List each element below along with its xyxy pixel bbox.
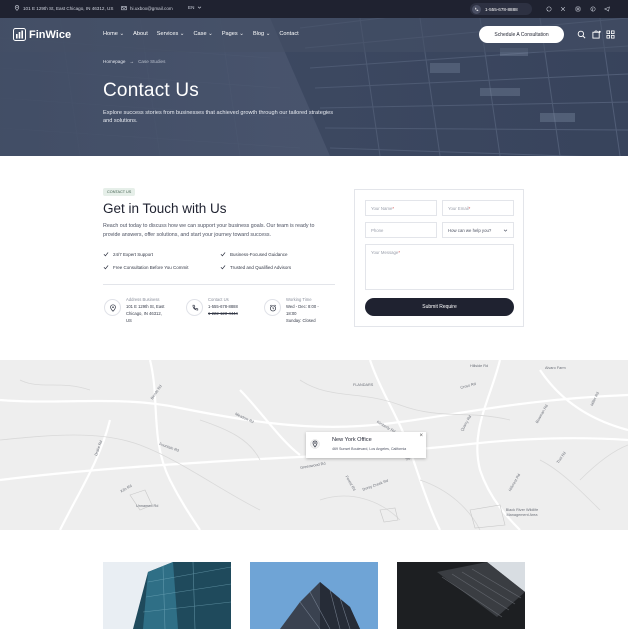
topbar-email[interactable]: hi.uxbox@gmail.com [121, 5, 173, 11]
phone-icon [186, 299, 203, 316]
contact-form: Your Name* Your Email* Phone How can we … [354, 189, 524, 327]
address-line: Chicago, IN 46312, [126, 310, 162, 316]
feature-item: Business-Focused Guidance [220, 251, 288, 257]
phone-field[interactable]: Phone [365, 222, 437, 238]
location-pin-icon [104, 299, 121, 316]
feature-item: Trusted and Qualified Advisors [220, 264, 291, 270]
chevron-down-icon [503, 229, 508, 232]
telegram-icon[interactable] [602, 4, 612, 14]
feature-item: 24/7 Expert Support [103, 251, 153, 257]
phone-number[interactable]: 1-222-123-4444 [208, 311, 238, 318]
location-pin-icon [14, 5, 20, 11]
nav-item-about[interactable]: About [133, 31, 148, 37]
logo-text: FinWice [29, 28, 72, 41]
building-image [397, 562, 525, 629]
pinterest-icon[interactable] [588, 4, 598, 14]
nav-item-case[interactable]: Case ⌄ [194, 31, 213, 37]
instagram-icon[interactable] [573, 4, 583, 14]
office-title: New York Office [332, 437, 372, 443]
clock-icon [264, 299, 281, 316]
check-icon [103, 252, 109, 257]
breadcrumb-arrow-icon: → [129, 59, 135, 64]
submit-button[interactable]: Submit Require [365, 298, 514, 316]
feature-item: Free Consultation Before You Commit [103, 264, 189, 270]
whatsapp-icon[interactable] [544, 4, 554, 14]
phone-icon [472, 4, 481, 14]
language-label: EN [188, 5, 195, 10]
nav-menu: Home ⌄ About Services ⌄ Case ⌄ Pages ⌄ B… [103, 31, 299, 37]
address-info: Address Business 101 E 129th St, East Ch… [104, 297, 164, 324]
nav-item-services[interactable]: Services ⌄ [157, 31, 185, 37]
case-card-image[interactable] [250, 562, 378, 629]
page-subtitle: Explore success stories from businesses … [103, 110, 334, 125]
topbar-phone-text: 1-555-678-8888 [485, 6, 518, 12]
building-image [103, 562, 231, 629]
topbar-phone[interactable]: 1-555-678-8888 [470, 3, 532, 15]
hours-info: Working Time Wed - Dec: 8:00 - 18:00 Sun… [264, 297, 319, 324]
phone-number[interactable]: 1-555-678-8888 [208, 304, 238, 311]
close-icon[interactable]: × [419, 433, 423, 439]
phone-info: Contact Us 1-555-678-8888 1-222-123-4444 [186, 297, 238, 318]
nav-item-home[interactable]: Home ⌄ [103, 31, 124, 37]
language-selector[interactable]: EN [188, 5, 202, 10]
topbar-address[interactable]: 101 E 129th St, East Chicago, IN 46312, … [14, 5, 113, 11]
address-line: US [126, 317, 132, 323]
breadcrumb: Homepage → Case Studies [103, 59, 165, 64]
map-label: Black River Wildlife Management Area [505, 508, 539, 517]
page-title: Contact Us [103, 80, 199, 101]
address-line: 101 E 129th St, East [126, 304, 165, 309]
help-select[interactable]: How can we help you? [442, 222, 514, 238]
email-field[interactable]: Your Email* [442, 200, 514, 216]
topbar-email-text: hi.uxbox@gmail.com [130, 5, 173, 11]
building-image [250, 562, 378, 629]
check-icon [220, 265, 226, 270]
hours-label: Working Time [286, 297, 312, 302]
topbar-address-text: 101 E 129th St, East Chicago, IN 46312, … [23, 5, 114, 11]
mail-icon [121, 6, 127, 11]
check-icon [103, 265, 109, 270]
map-label: Hillside Rd [470, 364, 489, 368]
address-label: Address Business [126, 297, 160, 302]
section-heading: Get in Touch with Us [103, 201, 227, 216]
breadcrumb-current: Case Studies [138, 59, 166, 64]
map-label: Unnamed Rd [136, 504, 159, 508]
main-navigation: FinWice Home ⌄ About Services ⌄ Case ⌄ P… [0, 18, 628, 52]
name-field[interactable]: Your Name* [365, 200, 437, 216]
message-field[interactable]: Your Message* [365, 244, 514, 290]
hours-line: 18:00 [286, 310, 297, 316]
map-label: Alvaro Farm [545, 366, 566, 370]
phone-label: Contact Us [208, 297, 229, 302]
breadcrumb-home[interactable]: Homepage [103, 59, 125, 64]
nav-item-blog[interactable]: Blog ⌄ [253, 31, 270, 37]
bar-chart-logo-icon [13, 28, 26, 41]
search-icon[interactable] [577, 30, 586, 39]
page: 101 E 129th St, East Chicago, IN 46312, … [0, 0, 628, 629]
nav-item-pages[interactable]: Pages ⌄ [222, 31, 244, 37]
map-label: FLANDARS [353, 383, 374, 387]
check-icon [220, 252, 226, 257]
x-twitter-icon[interactable] [558, 4, 568, 14]
section-description: Reach out today to discuss how we can su… [103, 223, 315, 238]
section-tag: CONTACT US [103, 188, 136, 196]
cart-icon[interactable] [592, 30, 601, 39]
location-pin-icon [310, 439, 320, 449]
nav-item-contact[interactable]: Contact [279, 31, 298, 37]
hours-line: Wed - Dec: 8:00 - [286, 304, 319, 309]
menu-grid-icon[interactable] [606, 30, 615, 39]
case-card-image[interactable] [103, 562, 231, 629]
site-logo[interactable]: FinWice [13, 28, 71, 41]
chevron-down-icon [198, 6, 202, 9]
office-address: 469 Sunset Boulevard, Los Angeles, Calif… [332, 447, 407, 451]
divider [103, 284, 335, 285]
case-card-image[interactable] [397, 562, 525, 629]
map-info-popup: New York Office 469 Sunset Boulevard, Lo… [306, 432, 426, 458]
hours-line: Sunday: Closed [286, 317, 316, 323]
top-bar: 101 E 129th St, East Chicago, IN 46312, … [0, 0, 628, 18]
hero-banner: FinWice Home ⌄ About Services ⌄ Case ⌄ P… [0, 18, 628, 156]
schedule-consultation-button[interactable]: Schedule A Consultation [479, 26, 564, 43]
